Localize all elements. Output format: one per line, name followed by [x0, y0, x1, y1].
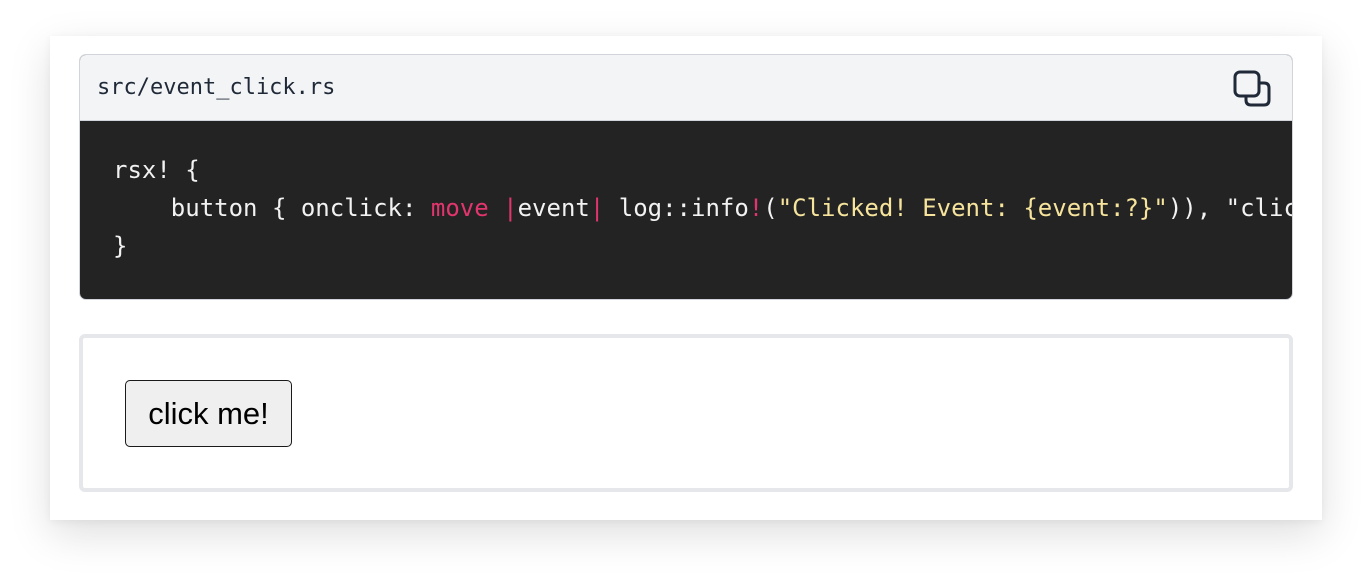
- code-keyword: |: [589, 194, 605, 222]
- example-card: src/event_click.rs rsx! { button { oncli…: [50, 36, 1322, 520]
- copy-icon: [1233, 70, 1271, 107]
- demo-preview: click me!: [79, 334, 1293, 492]
- code-string: "Clicked! Event: {event:?}": [777, 194, 1168, 222]
- code-content: rsx! { button { onclick: move |event| lo…: [80, 121, 1292, 299]
- code-line: }: [113, 227, 1292, 265]
- code-text: log::info: [604, 194, 749, 222]
- code-header: src/event_click.rs: [80, 55, 1292, 121]
- click-me-button[interactable]: click me!: [125, 380, 292, 447]
- code-text: )), "click me!" }: [1167, 194, 1292, 222]
- code-line: button { onclick: move |event| log::info…: [113, 189, 1292, 227]
- code-block: src/event_click.rs rsx! { button { oncli…: [79, 54, 1293, 300]
- code-text: }: [113, 232, 128, 260]
- code-keyword: !: [748, 194, 764, 222]
- code-filename: src/event_click.rs: [97, 75, 336, 100]
- code-text: (: [763, 194, 778, 222]
- copy-button[interactable]: [1232, 69, 1272, 109]
- code-text: rsx! {: [113, 156, 200, 184]
- code-keyword: move: [430, 194, 489, 222]
- code-text: event: [517, 194, 590, 222]
- code-text: button { onclick:: [113, 194, 431, 222]
- code-keyword: |: [503, 194, 518, 222]
- code-line: rsx! {: [113, 151, 1292, 189]
